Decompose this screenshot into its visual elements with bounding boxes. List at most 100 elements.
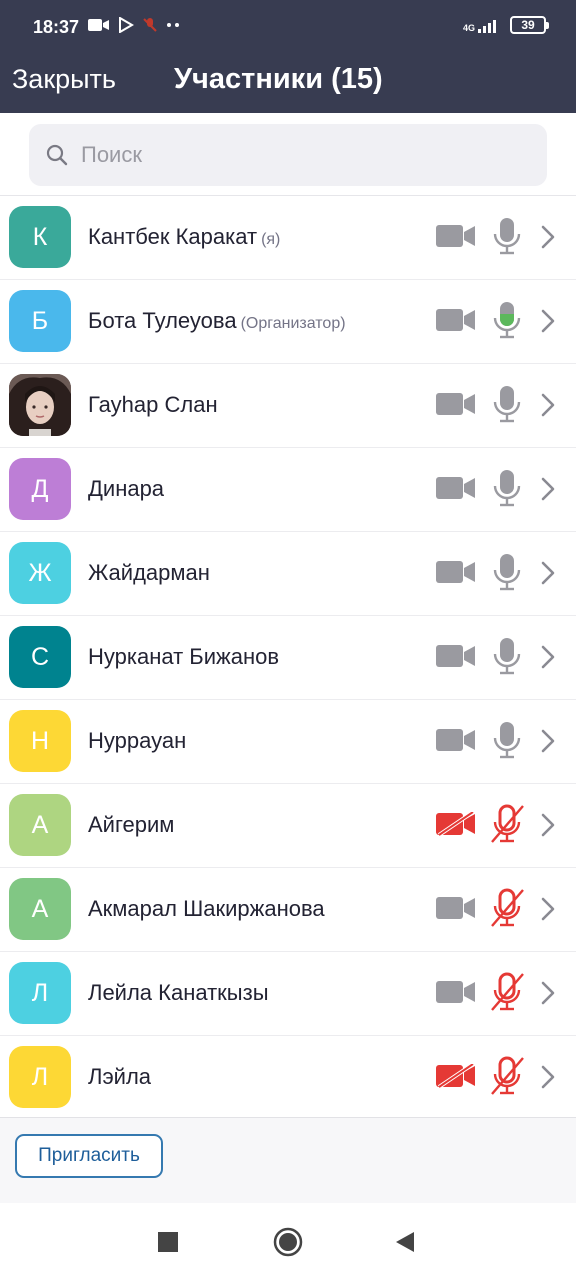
network-type: 4G — [462, 23, 475, 33]
participant-name: Бота Тулеуова — [88, 308, 237, 333]
video-notification-icon — [88, 19, 109, 31]
avatar: Б — [9, 290, 71, 352]
participant-name: Лейла Канаткызы — [88, 980, 269, 1005]
participant-name-wrap: Динара — [88, 476, 164, 502]
participant-name: Нурканат Бижанов — [88, 644, 280, 669]
avatar-initial: С — [30, 642, 50, 671]
participant-role: (Организатор) — [240, 315, 346, 332]
video-icon — [436, 308, 476, 332]
mic-muted-icon — [489, 972, 525, 1012]
participant-name: Жайдарман — [88, 560, 210, 585]
chevron-right-icon[interactable] — [540, 392, 556, 418]
participant-list: К Кантбек Каракат (я) Б Бота Тулеуова (Органи… — [0, 196, 576, 1120]
avatar — [9, 374, 71, 436]
battery-icon: 39 — [510, 16, 549, 34]
back-triangle-icon[interactable] — [396, 1232, 414, 1252]
chevron-right-icon[interactable] — [540, 644, 556, 670]
avatar: С — [9, 626, 71, 688]
video-off-icon — [436, 1062, 476, 1089]
participant-row[interactable]: Н Нуррауан — [0, 700, 576, 784]
recents-square-icon[interactable] — [158, 1232, 178, 1252]
video-icon — [436, 896, 476, 920]
avatar: А — [9, 878, 71, 940]
avatar: Д — [9, 458, 71, 520]
chevron-right-icon[interactable] — [540, 980, 556, 1006]
chevron-right-icon[interactable] — [540, 476, 556, 502]
avatar-initial: К — [32, 222, 48, 251]
participant-row[interactable]: А Акмарал Шакиржанова — [0, 868, 576, 952]
chevron-right-icon[interactable] — [540, 308, 556, 334]
search-icon — [46, 144, 68, 166]
participant-name: Акмарал Шакиржанова — [88, 896, 325, 921]
invite-button[interactable]: Пригласить — [15, 1134, 163, 1178]
participant-row[interactable]: Д Динара — [0, 448, 576, 532]
mic-speaking-icon — [489, 300, 525, 340]
participant-name-wrap: Айгерим — [88, 812, 174, 838]
mic-icon — [489, 552, 525, 592]
participant-role: (я) — [261, 231, 281, 248]
android-nav-bar — [0, 1203, 576, 1280]
signal-icon: 4G — [463, 17, 500, 33]
avatar: Ж — [9, 542, 71, 604]
mic-muted-icon — [489, 804, 525, 844]
participant-name-wrap: Кантбек Каракат (я) — [88, 224, 280, 250]
avatar: Л — [9, 962, 71, 1024]
video-icon — [436, 560, 476, 584]
chevron-right-icon[interactable] — [540, 1064, 556, 1090]
participant-name-wrap: Бота Тулеуова (Организатор) — [88, 308, 346, 334]
top-bar: 18:37 4G 39 Закрыть Участники (15) — [0, 0, 576, 113]
battery-level: 39 — [521, 18, 535, 32]
participant-name: Нуррауан — [88, 728, 187, 753]
participant-name-wrap: Лэйла — [88, 1064, 151, 1090]
video-icon — [436, 476, 476, 500]
home-circle-icon[interactable] — [273, 1227, 303, 1257]
video-icon — [436, 644, 476, 668]
avatar-initial: Ж — [28, 558, 52, 587]
chevron-right-icon[interactable] — [540, 224, 556, 250]
mic-icon — [489, 384, 525, 424]
video-icon — [436, 728, 476, 752]
status-bar: 18:37 4G 39 — [0, 0, 576, 56]
play-store-icon — [119, 17, 134, 33]
avatar-initial: Б — [31, 306, 49, 335]
participant-name-wrap: Нурканат Бижанов — [88, 644, 279, 670]
more-notifications-icon — [167, 23, 179, 27]
participant-row[interactable]: Л Лэйла — [0, 1036, 576, 1120]
mic-muted-icon — [489, 888, 525, 928]
page-title: Участники (15) — [174, 63, 383, 95]
avatar: Л — [9, 1046, 71, 1108]
participant-row[interactable]: Л Лейла Канаткызы — [0, 952, 576, 1036]
chevron-right-icon[interactable] — [540, 560, 556, 586]
avatar-initial: А — [31, 810, 49, 839]
video-off-icon — [436, 810, 476, 837]
participant-name: Динара — [88, 476, 165, 501]
close-button[interactable]: Закрыть — [12, 64, 116, 95]
participant-name-wrap: Жайдарман — [88, 560, 210, 586]
invite-bar: Пригласить — [0, 1117, 576, 1203]
mic-muted-icon — [489, 1056, 525, 1096]
participant-name: Гауһар Слан — [88, 392, 218, 417]
participant-row[interactable]: Ж Жайдарман — [0, 532, 576, 616]
search-input[interactable] — [81, 142, 501, 168]
search-box[interactable] — [29, 124, 547, 186]
chevron-right-icon[interactable] — [540, 896, 556, 922]
participant-name-wrap: Акмарал Шакиржанова — [88, 896, 325, 922]
video-icon — [436, 224, 476, 248]
mic-icon — [489, 636, 525, 676]
status-notification-icons — [88, 17, 182, 33]
avatar-initial: Л — [31, 1062, 49, 1091]
participant-name: Айгерим — [88, 812, 175, 837]
participant-name: Кантбек Каракат — [88, 224, 258, 249]
participant-row[interactable]: А Айгерим — [0, 784, 576, 868]
video-icon — [436, 980, 476, 1004]
participant-row[interactable]: Б Бота Тулеуова (Организатор) — [0, 280, 576, 364]
participant-row[interactable]: С Нурканат Бижанов — [0, 616, 576, 700]
avatar: Н — [9, 710, 71, 772]
avatar-initial: А — [31, 894, 49, 923]
muted-notification-icon — [143, 18, 157, 32]
participant-row[interactable]: Гауһар Слан — [0, 364, 576, 448]
avatar: К — [9, 206, 71, 268]
chevron-right-icon[interactable] — [540, 812, 556, 838]
chevron-right-icon[interactable] — [540, 728, 556, 754]
participant-row[interactable]: К Кантбек Каракат (я) — [0, 196, 576, 280]
